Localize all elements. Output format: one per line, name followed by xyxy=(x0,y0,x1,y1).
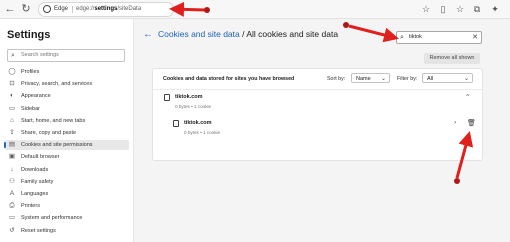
search-value: tiktok xyxy=(409,34,422,40)
download-icon: ↓ xyxy=(10,165,14,173)
sort-dropdown[interactable]: Name ⌄ xyxy=(351,73,390,83)
sidebar-item-label: Start, home, and new tabs xyxy=(21,117,86,124)
sidebar-item-label: System and performance xyxy=(21,215,83,222)
profile-icon: ◯ xyxy=(8,68,16,75)
card-header: Cookies and data stored for sites you ha… xyxy=(153,69,482,90)
cookie-icon: ▤ xyxy=(8,141,16,149)
sidebar-item-label: Appearance xyxy=(21,93,51,100)
favorites-icon[interactable]: ☆ xyxy=(454,3,466,15)
family-icon: ⚇ xyxy=(9,177,15,185)
sidebar-item[interactable]: A Languages xyxy=(4,189,129,199)
sidebar-item[interactable]: ▤ Cookies and site permissions xyxy=(4,140,129,151)
file-icon xyxy=(164,94,170,101)
printer-icon: ⎙ xyxy=(9,202,15,210)
sidebar-item[interactable]: ▣ Default browser xyxy=(4,152,129,162)
settings-sidebar: Settings ⌕ Search settings ◯ Profiles ⊡ Pri… xyxy=(0,19,134,242)
sidebar-item-label: Default browser xyxy=(21,154,60,161)
home-icon: ⌂ xyxy=(10,116,14,124)
search-icon: ⌕ xyxy=(400,34,404,41)
sidebar-item-label: Printers xyxy=(21,203,40,210)
sidebar-item-label: Profiles xyxy=(21,69,40,75)
sidebar-item[interactable]: ⎙ Printers xyxy=(4,201,129,211)
language-icon: A xyxy=(9,190,15,197)
sidebar-item-label: Sidebar xyxy=(21,105,40,112)
cookies-card: Cookies and data stored for sites you ha… xyxy=(152,68,483,161)
system-icon: ▭ xyxy=(8,214,16,222)
address-bar[interactable]: Edge edge://settings/siteData xyxy=(38,2,174,17)
sidebar-item-label: Languages xyxy=(21,191,49,197)
sidebar-item-label: Downloads xyxy=(21,166,49,173)
page-title: Cookies and site data / All cookies and … xyxy=(158,29,338,39)
copilot-icon[interactable]: ✦ xyxy=(489,3,501,15)
settings-title: Settings xyxy=(7,29,51,41)
file-icon xyxy=(173,120,179,127)
chevron-down-icon: ⌄ xyxy=(463,76,469,82)
sidebar-item[interactable]: ⊡ Privacy, search, and services xyxy=(4,79,129,89)
edge-icon xyxy=(43,5,51,13)
sidebar-item-label: Share, copy and paste xyxy=(21,130,77,136)
split-screen-icon[interactable]: ▯ xyxy=(437,3,449,15)
site-search-input[interactable]: ⌕ tiktok ✕ xyxy=(396,31,482,44)
appearance-icon: ◐ xyxy=(10,92,14,100)
arrow-left-icon[interactable]: ← xyxy=(3,2,17,16)
breadcrumb-current: All cookies and site data xyxy=(246,29,339,39)
sidebar-item-label: Family safety xyxy=(21,178,54,185)
chevron-down-icon: ⌄ xyxy=(380,76,386,82)
refresh-icon[interactable]: ↻ xyxy=(19,2,33,16)
sidebar-item[interactable]: ↓ Downloads xyxy=(4,165,129,175)
sidebar-item[interactable]: ▭ Sidebar xyxy=(4,104,129,114)
child-site-meta: 0 bytes • 1 cookie xyxy=(184,130,221,135)
filter-dropdown[interactable]: All ⌄ xyxy=(422,73,473,83)
search-placeholder: Search settings xyxy=(21,52,59,58)
site-meta: 0 bytes • 1 cookie xyxy=(175,104,212,109)
sort-value: Name xyxy=(356,76,371,82)
filter-label: Filter by: xyxy=(397,76,418,82)
collections-icon[interactable]: ⧉ xyxy=(471,3,483,15)
card-title: Cookies and data stored for sites you ha… xyxy=(163,76,295,82)
sidebar-item-label: Cookies and site permissions xyxy=(21,142,93,149)
sidebar-item[interactable]: ◯ Profiles xyxy=(4,67,129,77)
sidebar-item-label: Reset settings xyxy=(21,227,56,234)
sidebar-item[interactable]: ⇪ Share, copy and paste xyxy=(4,128,129,138)
sidebar-item-label: Privacy, search, and services xyxy=(21,81,93,88)
lock-icon: ⊡ xyxy=(9,80,15,88)
sidebar-item[interactable]: ▭ System and performance xyxy=(4,213,129,223)
remove-all-shown-button[interactable]: Remove all shown xyxy=(424,53,480,64)
breadcrumb-link[interactable]: Cookies and site data xyxy=(158,29,240,39)
tab-name: Edge xyxy=(54,6,69,12)
site-child-row[interactable]: tiktok.com 0 bytes • 1 cookie › 🗑 xyxy=(153,117,482,139)
url-text: edge://settings/siteData xyxy=(76,6,142,12)
sidebar-item[interactable]: ◐ Appearance xyxy=(4,91,129,101)
sidebar-item[interactable]: ⌂ Start, home, and new tabs xyxy=(4,116,129,126)
sidebar-icon: ▭ xyxy=(8,104,16,112)
sort-label: Sort by: xyxy=(327,76,346,82)
sidebar-item[interactable]: ⚇ Family safety xyxy=(4,177,129,187)
chevron-right-icon[interactable]: › xyxy=(454,119,456,126)
browser-toolbar: ← ↻ Edge edge://settings/siteData ☆ ▯ ☆ … xyxy=(0,0,510,19)
trash-icon[interactable]: 🗑 xyxy=(467,119,476,127)
browser-icon: ▣ xyxy=(8,153,16,161)
search-icon: ⌕ xyxy=(11,52,15,59)
sidebar-item[interactable]: ↺ Reset settings xyxy=(4,226,129,236)
search-settings-input[interactable]: ⌕ Search settings xyxy=(7,49,125,62)
child-site-name: tiktok.com xyxy=(184,120,212,126)
share-icon: ⇪ xyxy=(9,129,15,136)
clear-search-icon[interactable]: ✕ xyxy=(472,32,478,43)
site-row[interactable]: tiktok.com 0 bytes • 1 cookie ⌃ xyxy=(153,90,482,112)
filter-value: All xyxy=(427,76,434,82)
star-icon[interactable]: ☆ xyxy=(420,3,432,15)
reset-icon: ↺ xyxy=(9,226,15,234)
chevron-up-icon[interactable]: ⌃ xyxy=(465,93,470,101)
address-separator xyxy=(72,6,73,13)
back-arrow-icon[interactable]: ← xyxy=(143,29,153,40)
site-name: tiktok.com xyxy=(175,94,203,100)
main-content: ← Cookies and site data / All cookies an… xyxy=(134,19,510,242)
